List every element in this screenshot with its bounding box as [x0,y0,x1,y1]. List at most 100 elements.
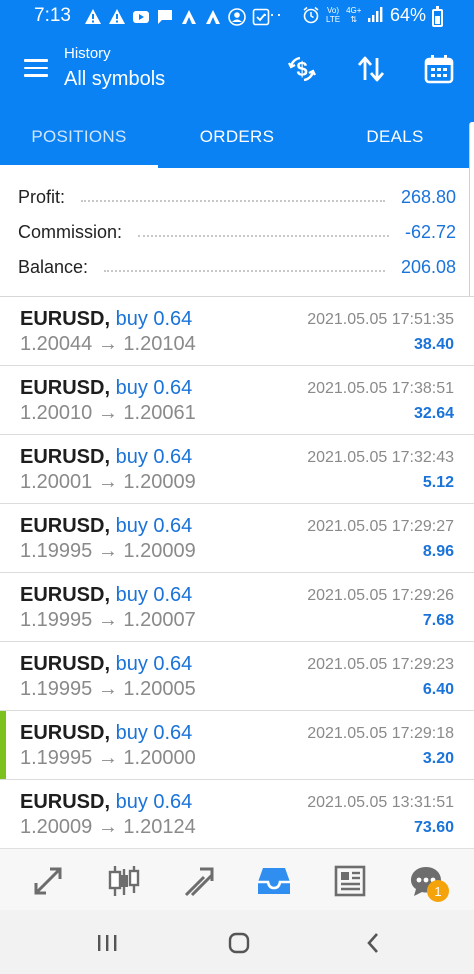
deal-profit: 32.64 [413,405,454,422]
alarm-icon [303,6,319,24]
deal-prices: 1.19995 → 1.20007 [20,609,196,631]
deal-symbol: EURUSD, [20,584,111,606]
deal-profit: 8.96 [422,543,454,560]
deal-prices: 1.20010 → 1.20061 [20,402,196,424]
account-icon [228,8,246,26]
scrollbar[interactable] [469,122,474,300]
app-icon [182,10,196,24]
list-item[interactable]: EURUSD, buy 0.64 1.19995 → 1.20007 2021.… [0,573,474,642]
deal-profit: 7.68 [422,612,454,629]
tab-orders[interactable]: ORDERS [158,106,316,168]
deal-time: 2021.05.05 17:29:18 [307,725,454,742]
deal-type: buy 0.64 [115,722,193,744]
profit-value: 268.80 [400,186,456,207]
deal-prices: 1.19995 → 1.20005 [20,678,196,700]
commission-row: Commission: -62.72 [18,217,456,247]
youtube-icon [133,11,149,23]
deal-type: buy 0.64 [115,308,193,330]
trade-icon[interactable] [180,861,220,901]
status-bar: 7:13 ··· Vo) LTE 4G+ ⇅ 64% [0,0,474,34]
news-icon[interactable] [330,861,370,901]
history-icon[interactable] [254,861,294,901]
list-item[interactable]: EURUSD, buy 0.64 1.20044 → 1.20104 2021.… [0,297,474,366]
deal-time: 2021.05.05 13:31:51 [307,794,454,811]
deal-profit: 38.40 [413,336,454,353]
list-item[interactable]: EURUSD, buy 0.64 1.20009 → 1.20124 2021.… [0,780,474,848]
deal-symbol: EURUSD, [20,446,111,468]
warning-icon [85,9,101,24]
deal-time: 2021.05.05 17:51:35 [307,311,454,328]
deal-type: buy 0.64 [115,653,193,675]
deal-prices: 1.19995 → 1.20009 [20,540,196,562]
deal-type: buy 0.64 [115,584,193,606]
warning-icon [109,9,125,24]
deal-time: 2021.05.05 17:38:51 [307,380,454,397]
profit-row: Profit: 268.80 [18,182,456,212]
deal-profit: 3.20 [422,750,454,767]
balance-row: Balance: 206.08 [18,252,456,282]
list-item[interactable]: EURUSD, buy 0.64 1.19995 → 1.20009 2021.… [0,504,474,573]
tab-positions[interactable]: POSITIONS [0,106,158,168]
svg-text:$: $ [296,59,307,81]
signal-icon [368,7,383,22]
app-bar: History All symbols $ [0,34,474,106]
list-item[interactable]: EURUSD, buy 0.64 1.20010 → 1.20061 2021.… [0,366,474,435]
tab-deals[interactable]: DEALS [316,106,474,168]
back-icon[interactable] [358,928,388,958]
deal-symbol: EURUSD, [20,377,111,399]
deal-time: 2021.05.05 17:29:27 [307,518,454,535]
battery-icon [432,6,443,27]
deal-type: buy 0.64 [115,446,193,468]
list-item[interactable]: EURUSD, buy 0.64 1.19995 → 1.20005 2021.… [0,642,474,711]
commission-value: -62.72 [404,221,456,242]
deal-type: buy 0.64 [115,515,193,537]
deal-symbol: EURUSD, [20,515,111,537]
sort-icon[interactable] [354,52,388,86]
deals-list[interactable]: EURUSD, buy 0.64 1.20044 → 1.20104 2021.… [0,296,474,848]
balance-value: 206.08 [400,256,456,277]
app-bar-subtitle: History [64,45,111,62]
recents-icon[interactable] [92,928,122,958]
more-notifications: ··· [262,4,283,24]
message-icon [158,10,172,24]
menu-icon[interactable] [24,59,48,77]
home-icon[interactable] [224,928,254,958]
deal-prices: 1.20044 → 1.20104 [20,333,196,355]
notification-icons [84,7,270,27]
volte-indicator: Vo) LTE [326,6,341,24]
deal-prices: 1.20001 → 1.20009 [20,471,196,493]
deal-prices: 1.20009 → 1.20124 [20,816,196,838]
deal-symbol: EURUSD, [20,308,111,330]
system-icons: Vo) LTE 4G+ ⇅ [302,6,385,24]
history-summary: Profit: 268.80 Commission: -62.72 Balanc… [0,168,474,296]
deal-prices: 1.19995 → 1.20000 [20,747,196,769]
deal-profit: 6.40 [422,681,454,698]
list-item[interactable]: EURUSD, buy 0.64 1.20001 → 1.20009 2021.… [0,435,474,504]
system-navigation-bar [0,910,474,974]
deal-symbol: EURUSD, [20,791,111,813]
deal-time: 2021.05.05 17:29:23 [307,656,454,673]
dotted-leader [104,270,385,272]
chat-badge: 1 [427,880,449,902]
deal-type: buy 0.64 [115,791,193,813]
balance-label: Balance: [18,256,89,277]
deal-time: 2021.05.05 17:29:26 [307,587,454,604]
currency-dollar-icon[interactable]: $ [285,52,319,86]
deal-type: buy 0.64 [115,377,193,399]
quotes-icon[interactable] [28,861,68,901]
dotted-leader [138,235,389,237]
deal-time: 2021.05.05 17:32:43 [307,449,454,466]
app-icon [206,10,220,24]
chart-icon[interactable] [104,861,144,901]
network-type-indicator: 4G+ ⇅ [346,6,362,24]
symbol-selector[interactable]: All symbols [64,68,165,91]
battery-percent: 64% [390,5,427,25]
dotted-leader [81,200,385,202]
deal-profit: 5.12 [422,474,454,491]
list-item[interactable]: EURUSD, buy 0.64 1.19995 → 1.20000 2021.… [0,711,474,780]
calendar-icon[interactable] [422,52,456,86]
history-tabs: POSITIONS ORDERS DEALS [0,106,474,168]
commission-label: Commission: [18,221,123,242]
deal-symbol: EURUSD, [20,722,111,744]
deal-symbol: EURUSD, [20,653,111,675]
